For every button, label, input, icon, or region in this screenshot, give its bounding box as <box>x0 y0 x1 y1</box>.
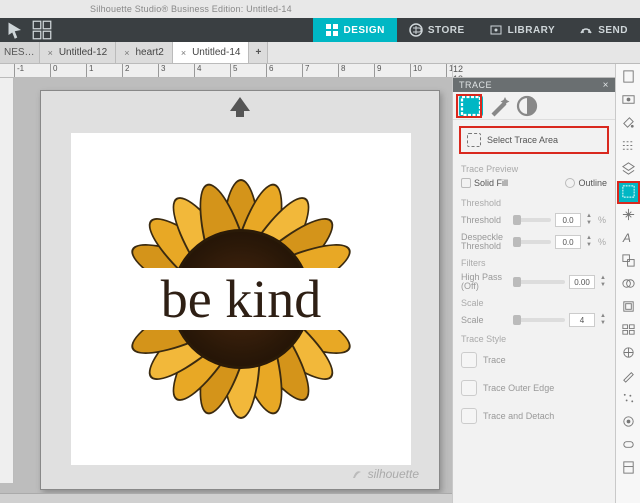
trace-style-label: Trace Style <box>453 330 615 346</box>
library-icon <box>489 23 503 37</box>
close-icon[interactable]: × <box>181 48 186 58</box>
design-page[interactable]: be kind silhouette <box>40 90 440 490</box>
doc-tab-1[interactable]: × heart2 <box>116 42 173 63</box>
replicate-icon[interactable] <box>618 250 639 271</box>
text-style-icon[interactable]: A <box>618 227 639 248</box>
trace-mode-color-button[interactable] <box>515 95 539 117</box>
close-panel-icon[interactable]: × <box>603 80 609 91</box>
media-layout-icon[interactable] <box>618 457 639 478</box>
outline-option[interactable]: Outline <box>565 178 607 188</box>
trace-outer-icon <box>461 380 477 396</box>
trace-mode-row <box>453 92 615 120</box>
tab-store-label: STORE <box>428 25 465 36</box>
trace-button[interactable]: Trace <box>453 346 615 374</box>
tab-send[interactable]: SEND <box>567 18 640 42</box>
despeckle-value[interactable]: 0.0 <box>555 235 581 249</box>
select-tool-icon[interactable] <box>6 20 26 40</box>
marquee-icon <box>467 133 481 147</box>
emboss-icon[interactable] <box>618 434 639 455</box>
line-style-icon[interactable] <box>618 135 639 156</box>
feed-direction-icon <box>230 97 250 111</box>
send-icon <box>579 23 593 37</box>
grid-tool-icon[interactable] <box>32 20 52 40</box>
select-trace-label: Select Trace Area <box>487 135 558 145</box>
despeckle-slider[interactable]: Despeckle Threshold 0.0 ▲▼ % <box>453 230 615 254</box>
trace-panel-header: TRACE × <box>453 78 615 92</box>
image-effects-icon[interactable] <box>618 342 639 363</box>
trace-detach-icon <box>461 408 477 424</box>
stipple-icon[interactable] <box>618 388 639 409</box>
document-tabs: NES… × Untitled-12 × heart2 × Untitled-1… <box>0 42 640 64</box>
select-trace-area-button[interactable]: Select Trace Area <box>459 126 609 154</box>
modify-icon[interactable] <box>618 273 639 294</box>
nesting-icon[interactable] <box>618 319 639 340</box>
threshold-stepper[interactable]: ▲▼ <box>585 213 593 227</box>
tab-design[interactable]: DESIGN <box>313 18 397 42</box>
design-icon <box>325 23 339 37</box>
trace-preview-options: Solid Fill Outline <box>453 176 615 194</box>
scale-section-label: Scale <box>453 294 615 310</box>
rhinestone-icon[interactable] <box>618 411 639 432</box>
store-icon <box>409 23 423 37</box>
trace-panel: 12131415 TRACE × Select Trace Area Trace… <box>452 64 615 503</box>
trace-outer-edge-button[interactable]: Trace Outer Edge <box>453 374 615 402</box>
tab-library[interactable]: LIBRARY <box>477 18 568 42</box>
fill-icon[interactable] <box>618 112 639 133</box>
watermark: silhouette <box>350 467 419 481</box>
highpass-value[interactable]: 0.00 <box>569 275 595 289</box>
page-setup-icon[interactable] <box>618 66 639 87</box>
trace-icon <box>461 352 477 368</box>
trace-mode-auto-button[interactable] <box>459 95 483 117</box>
doc-tab-label: Untitled-12 <box>59 47 107 58</box>
window-title: Silhouette Studio® Business Edition: Unt… <box>0 0 640 18</box>
tab-send-label: SEND <box>598 25 628 36</box>
horizontal-ruler-right: 12131415 <box>453 64 615 78</box>
trace-preview-label: Trace Preview <box>453 160 615 176</box>
horizontal-ruler: -101234567891011 <box>0 64 452 78</box>
close-icon[interactable]: × <box>48 48 53 58</box>
trace-mode-magic-button[interactable] <box>487 95 511 117</box>
canvas-area: -101234567891011 be kind silhouette <box>0 64 452 503</box>
pixscan-icon[interactable] <box>618 89 639 110</box>
threshold-slider[interactable]: Threshold 0.0 ▲▼ % <box>453 210 615 230</box>
trace-and-detach-button[interactable]: Trace and Detach <box>453 402 615 430</box>
new-tab-button[interactable]: + <box>249 42 268 63</box>
filters-section-label: Filters <box>453 254 615 270</box>
top-nav: DESIGN STORE LIBRARY SEND <box>0 18 640 42</box>
artwork-image[interactable]: be kind <box>71 133 411 465</box>
scale-slider[interactable]: Scale 4 ▲▼ <box>453 310 615 330</box>
doc-tab-2[interactable]: × Untitled-14 <box>173 42 250 63</box>
right-tool-rail: A <box>615 64 640 503</box>
sketch-icon[interactable] <box>618 365 639 386</box>
scale-value[interactable]: 4 <box>569 313 595 327</box>
scale-stepper[interactable]: ▲▼ <box>599 313 607 327</box>
layers-icon[interactable] <box>618 158 639 179</box>
horizontal-scrollbar[interactable] <box>0 493 452 503</box>
close-icon[interactable]: × <box>124 48 129 58</box>
artwork-text: be kind <box>161 272 321 326</box>
offset-icon[interactable] <box>618 296 639 317</box>
tab-design-label: DESIGN <box>344 25 385 36</box>
svg-text:A: A <box>621 231 630 245</box>
tab-store[interactable]: STORE <box>397 18 477 42</box>
tabs-overflow[interactable]: NES… <box>0 42 40 63</box>
doc-tab-label: heart2 <box>135 47 163 58</box>
vertical-ruler <box>0 78 14 483</box>
despeckle-stepper[interactable]: ▲▼ <box>585 235 593 249</box>
highpass-stepper[interactable]: ▲▼ <box>599 275 607 289</box>
solid-fill-option[interactable]: Solid Fill <box>461 178 508 188</box>
doc-tab-0[interactable]: × Untitled-12 <box>40 42 117 63</box>
trace-icon[interactable] <box>618 181 639 202</box>
highpass-slider[interactable]: High Pass (Off) 0.00 ▲▼ <box>453 270 615 294</box>
threshold-section-label: Threshold <box>453 194 615 210</box>
doc-tab-label: Untitled-14 <box>192 47 240 58</box>
solid-fill-icon <box>461 178 471 188</box>
transform-icon[interactable] <box>618 204 639 225</box>
outline-icon <box>565 178 575 188</box>
tab-library-label: LIBRARY <box>508 25 556 36</box>
threshold-value[interactable]: 0.0 <box>555 213 581 227</box>
